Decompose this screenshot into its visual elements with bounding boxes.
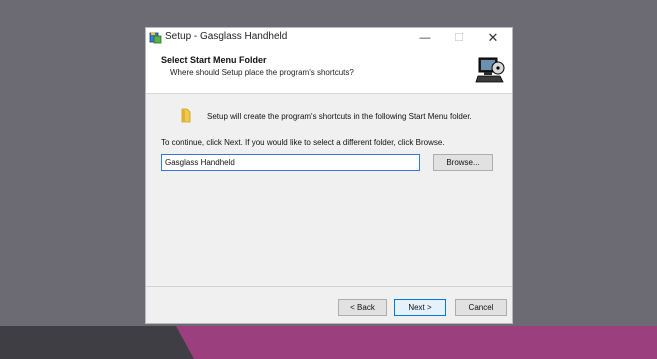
info-text: Setup will create the program's shortcut… xyxy=(207,112,472,121)
footer-divider xyxy=(146,286,512,287)
computer-install-icon xyxy=(475,55,505,85)
setup-app-icon xyxy=(149,32,162,44)
maximize-button[interactable]: ☐ xyxy=(442,28,476,48)
title-bar[interactable]: Setup - Gasglass Handheld — ☐ ✕ xyxy=(146,28,512,48)
page-subtitle: Where should Setup place the program's s… xyxy=(170,68,354,77)
next-button[interactable]: Next > xyxy=(394,299,446,316)
setup-window: Setup - Gasglass Handheld — ☐ ✕ Select S… xyxy=(145,27,513,324)
minimize-button[interactable]: — xyxy=(408,28,442,48)
window-title: Setup - Gasglass Handheld xyxy=(165,31,288,42)
back-button[interactable]: < Back xyxy=(338,299,387,316)
instruction-text: To continue, click Next. If you would li… xyxy=(161,138,445,147)
folder-icon xyxy=(181,108,191,123)
wizard-header: Select Start Menu Folder Where should Se… xyxy=(146,48,512,94)
page-title: Select Start Menu Folder xyxy=(161,55,267,65)
accent-band xyxy=(176,326,657,359)
close-button[interactable]: ✕ xyxy=(476,28,510,48)
browse-button[interactable]: Browse... xyxy=(433,154,493,171)
cancel-button[interactable]: Cancel xyxy=(455,299,507,316)
start-menu-folder-input[interactable] xyxy=(161,154,420,171)
